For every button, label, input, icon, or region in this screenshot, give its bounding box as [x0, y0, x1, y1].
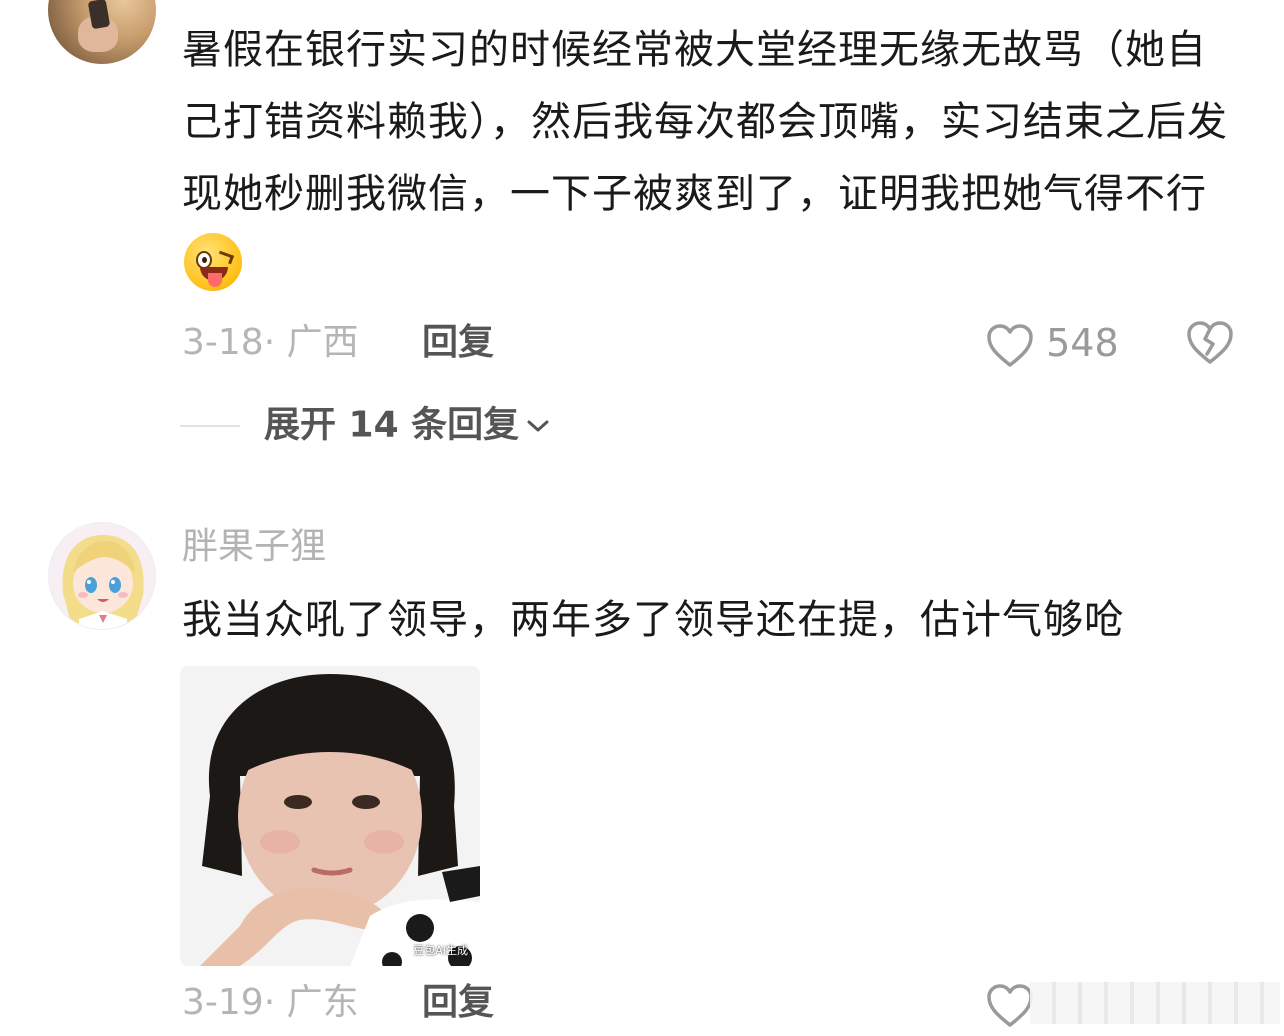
anime-girl-avatar-image — [49, 523, 155, 629]
dislike-button[interactable] — [1186, 320, 1234, 370]
heart-outline-icon — [987, 983, 1033, 1027]
child-portrait-image — [180, 666, 480, 966]
divider-line — [180, 424, 240, 427]
avatar[interactable] — [48, 0, 156, 64]
like-button[interactable]: 548 — [986, 318, 1119, 368]
expand-replies-button[interactable]: 展开 14 条回复 — [180, 400, 551, 450]
comment-date-location: 3-19· 广东 — [182, 982, 359, 1023]
reply-button[interactable]: 回复 — [422, 318, 494, 368]
avatar[interactable] — [48, 522, 156, 630]
heart-outline-icon — [987, 323, 1033, 367]
comment-attached-image[interactable]: 豆包AI生成 — [180, 666, 480, 966]
watermark-overlay — [1030, 982, 1280, 1024]
comment-date-location: 3-18· 广西 — [182, 322, 359, 363]
reply-button[interactable]: 回复 — [422, 978, 494, 1028]
winking-tongue-emoji-icon — [184, 233, 242, 291]
comment-username[interactable]: 胖果子狸 — [182, 522, 326, 572]
like-count: 548 — [1046, 321, 1119, 365]
like-button[interactable] — [986, 978, 1034, 1028]
expand-replies-label: 展开 14 条回复 — [264, 404, 520, 446]
comment-text: 我当众吼了领导，两年多了领导还在提，估计气够呛 — [182, 584, 1232, 656]
comment-text: 暑假在银行实习的时候经常被大堂经理无缘无故骂（她自己打错资料赖我），然后我每次都… — [182, 14, 1232, 302]
ai-generated-tag: 豆包AI生成 — [413, 944, 468, 957]
broken-heart-icon — [1187, 321, 1233, 364]
chevron-down-icon — [527, 420, 549, 431]
comment-body: 暑假在银行实习的时候经常被大堂经理无缘无故骂（她自己打错资料赖我），然后我每次都… — [182, 27, 1228, 217]
avatar-phone — [87, 0, 111, 30]
comment-body: 我当众吼了领导，两年多了领导还在提，估计气够呛 — [182, 597, 1125, 643]
